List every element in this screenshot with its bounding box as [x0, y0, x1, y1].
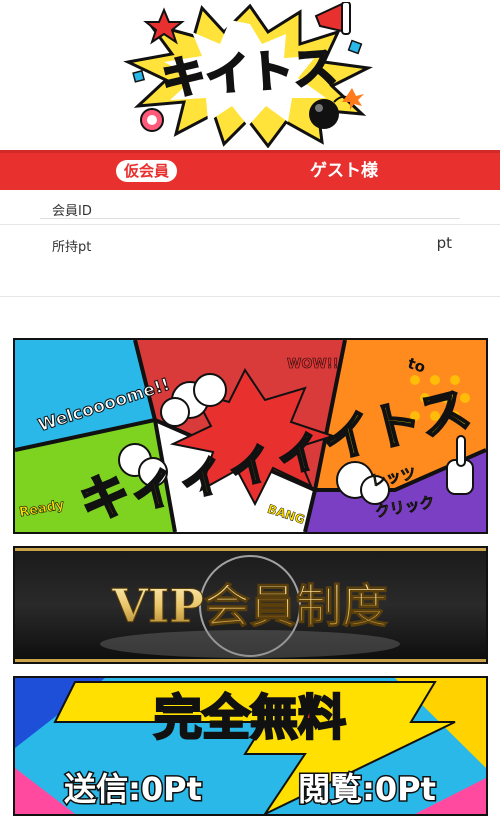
points-row: 所持pt pt: [0, 228, 500, 262]
member-status-bar: 仮会員 ゲスト様: [0, 150, 500, 190]
points-label: 所持pt: [52, 240, 92, 255]
free-banner[interactable]: 完全無料 送信:0Pt 閲覧:0Pt: [13, 676, 488, 816]
vip-banner[interactable]: VIP会員制度: [13, 546, 488, 664]
free-title: 完全無料: [154, 690, 346, 746]
member-id-label: 会員ID: [52, 204, 92, 219]
member-name: ゲスト様: [310, 161, 378, 181]
welcome-banner[interactable]: Welcoooome!! WOW!! to キィィィィイトス Ready BAN…: [13, 338, 488, 534]
send-points-text: 送信:0Pt: [64, 770, 202, 808]
member-id-row: 会員ID: [0, 192, 500, 226]
wow-text: WOW!!: [287, 357, 339, 372]
points-value: pt: [436, 234, 452, 252]
section-divider: [0, 224, 500, 225]
member-status-badge: 仮会員: [116, 160, 178, 182]
vip-title: VIP会員制度: [111, 579, 388, 633]
megaphone-icon: [314, 2, 351, 35]
section-divider: [0, 296, 500, 297]
kiitosu-logo[interactable]: キイトス: [120, 2, 380, 148]
view-points-text: 閲覧:0Pt: [298, 770, 436, 808]
header: キイトス: [0, 0, 500, 150]
bomb-icon: [309, 99, 339, 129]
row-divider: [40, 218, 460, 219]
